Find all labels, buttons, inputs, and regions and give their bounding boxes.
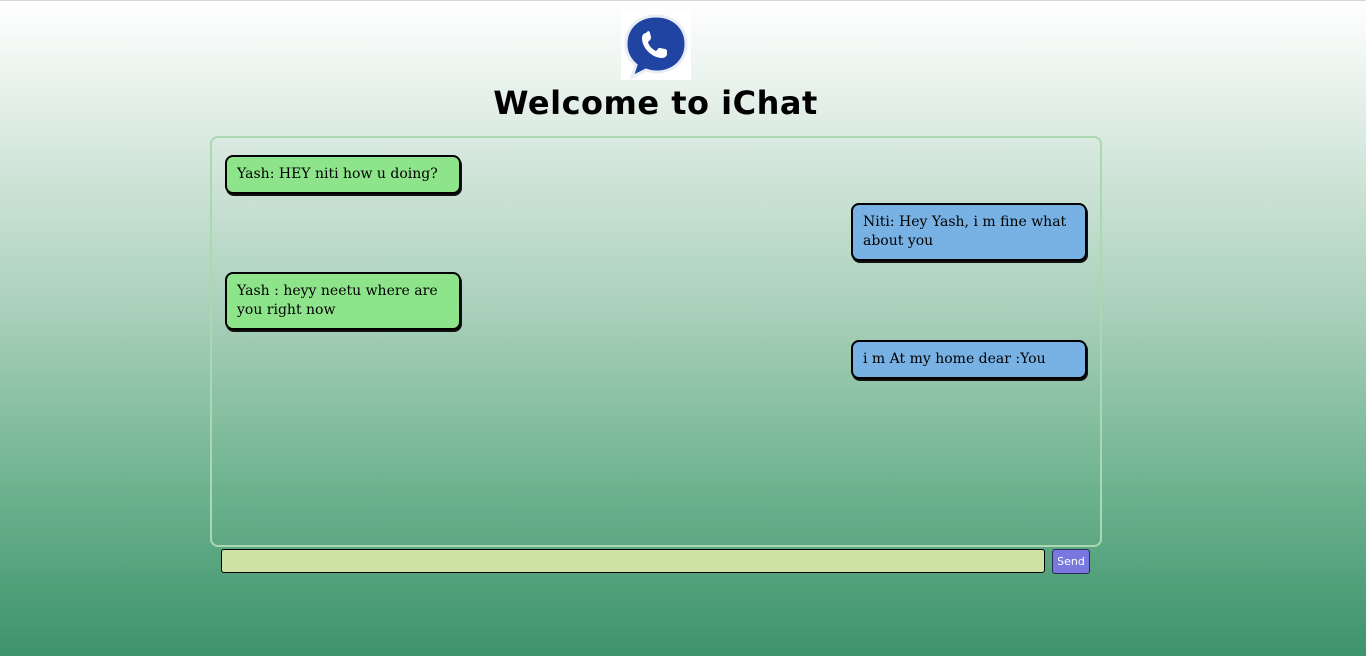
phone-chat-bubble-icon [624, 14, 688, 80]
message-outgoing: i m At my home dear :You [851, 340, 1087, 379]
top-divider [0, 0, 1366, 1]
page-title: Welcome to iChat [493, 84, 818, 122]
message-outgoing: Niti: Hey Yash, i m fine what about you [851, 203, 1087, 261]
message-incoming: Yash: HEY niti how u doing? [225, 155, 461, 194]
app-logo [621, 12, 691, 80]
message-incoming: Yash : heyy neetu where are you right no… [225, 272, 461, 330]
chat-container[interactable]: Yash: HEY niti how u doing? Niti: Hey Ya… [210, 136, 1102, 547]
message-input[interactable] [221, 549, 1045, 573]
send-button[interactable]: Send [1052, 549, 1090, 574]
